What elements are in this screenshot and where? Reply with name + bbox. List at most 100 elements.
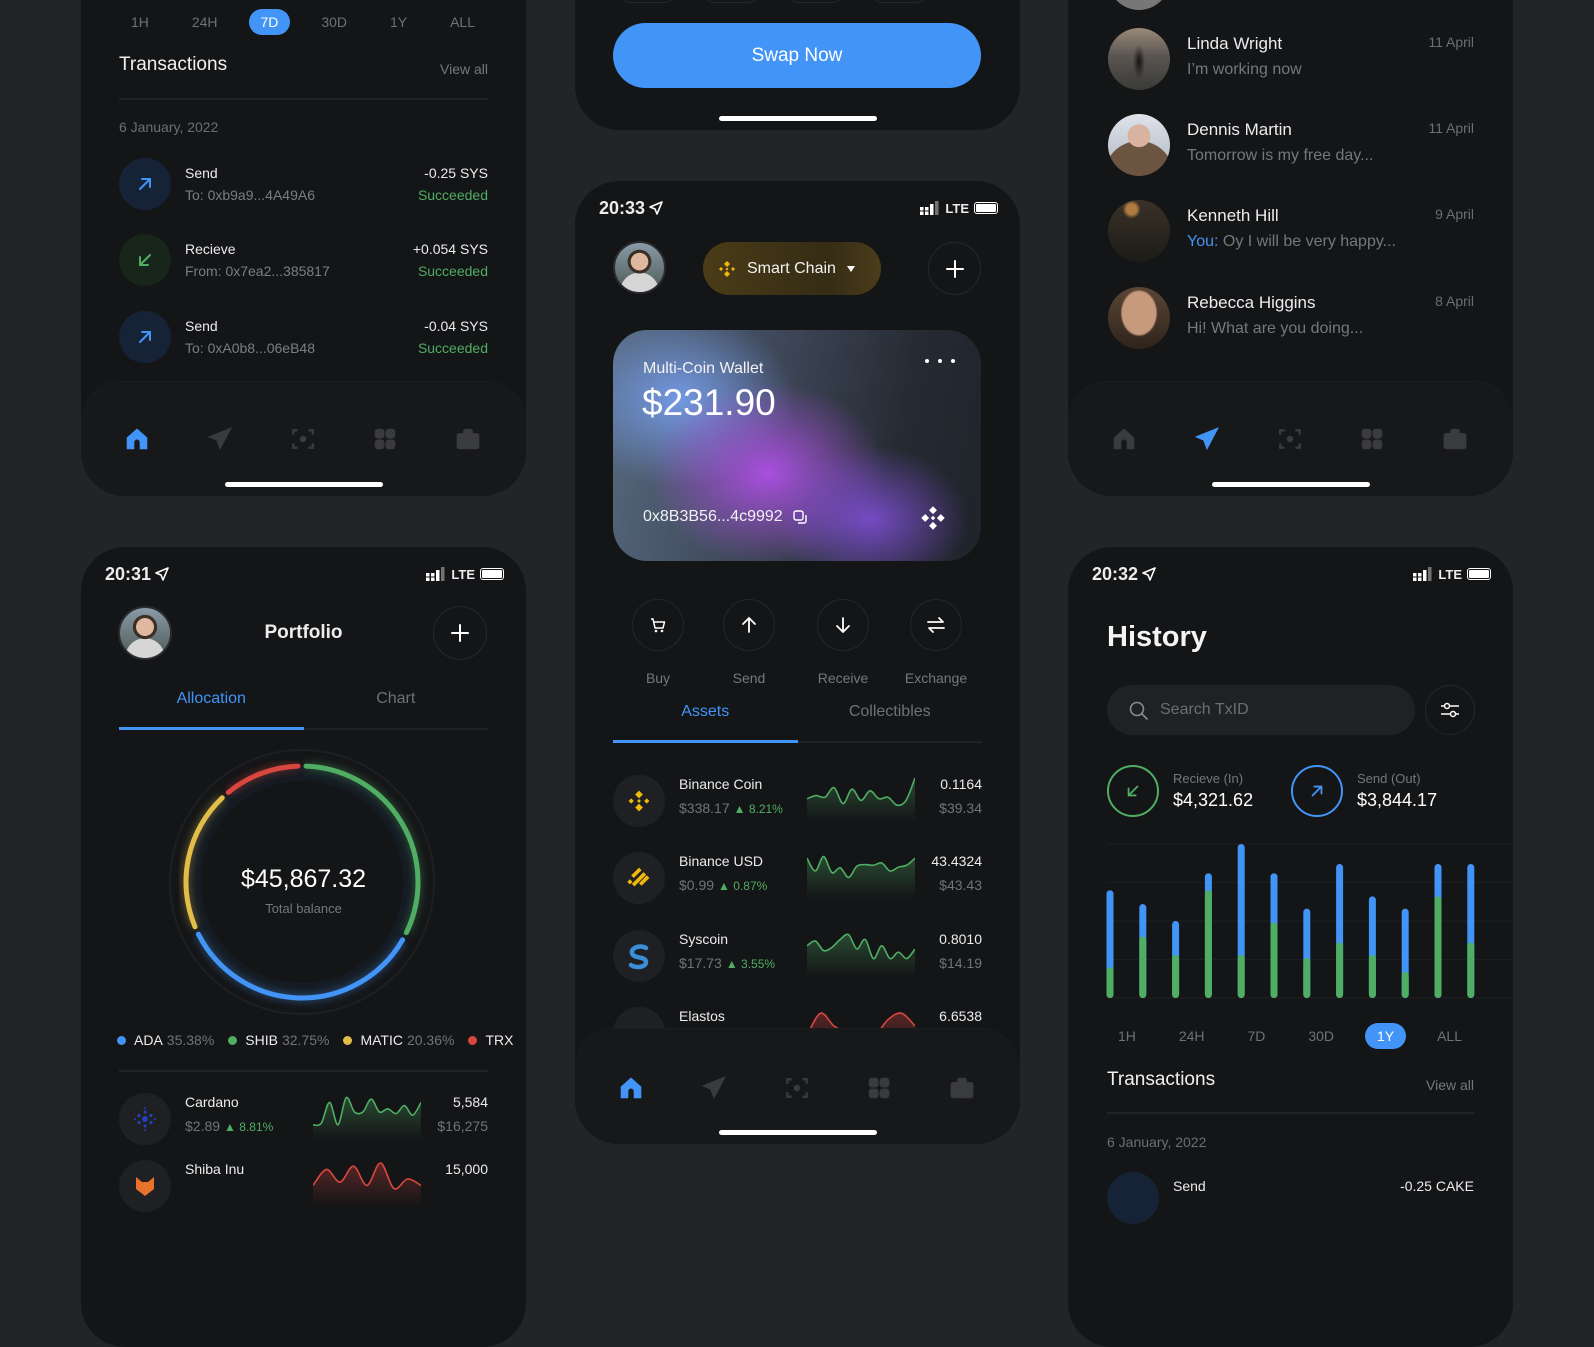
asset-row[interactable]: Binance USD $0.99 ▲ 0.87% 43.4324 $43.43 [613,851,982,905]
period-30d[interactable]: 30D [309,9,359,35]
nav-scan[interactable] [288,424,318,454]
period-24h[interactable]: 24H [1167,1023,1217,1049]
tx-type: Send [1173,1178,1206,1194]
transaction-row[interactable]: Send To: 0xb9a9...4A49A6 -0.25 SYS Succeed… [119,158,488,210]
period-1y[interactable]: 1Y [378,9,419,35]
arrow-down-left-icon [119,234,171,286]
tx-amount: -0.25 CAKE [1400,1178,1474,1194]
option-chip[interactable] [701,0,761,3]
search-input[interactable]: Search TxID [1107,685,1415,735]
asset-price: $0.99 [679,877,715,893]
transaction-row[interactable]: Send To: 0xA0b8...06eB48 -0.04 SYS Succeed… [119,311,488,363]
bar-segment-receive [1270,922,1278,998]
asset-row[interactable]: Cardano $2.89 ▲ 8.81% 5,584 $16,275 [119,1092,488,1146]
chain-selector[interactable]: Smart Chain [703,242,881,295]
filter-button[interactable] [1425,685,1475,735]
exchange-action[interactable]: Exchange [896,599,976,686]
tx-type: Send [185,165,218,181]
asset-row[interactable]: Binance Coin $338.17 ▲ 8.21% 0.1164 $39.3… [613,774,982,828]
option-chip[interactable] [617,0,677,3]
phone-history: 20:32 LTE History Search TxID Recieve (I… [1068,547,1513,1347]
nav-home[interactable] [616,1073,646,1103]
asset-amount: 15,000 [445,1161,488,1177]
nav-send[interactable] [1192,424,1222,454]
tx-status: Succeeded [417,340,488,356]
bar-segment-receive [1237,954,1245,998]
asset-row[interactable]: Syscoin $17.73 ▲ 3.55% 0.8010 $14.19 [613,929,982,983]
period-selector: 1H 24H 7D 30D 1Y ALL [1106,1022,1474,1050]
message-date: 11 April [1428,120,1474,136]
nav-scan[interactable] [782,1073,812,1103]
nav-briefcase[interactable] [453,424,483,454]
paper-plane-icon [207,427,232,451]
asset-row[interactable]: Shiba Inu 15,000 [119,1159,488,1213]
nav-home[interactable] [1109,424,1139,454]
search-placeholder: Search TxID [1160,701,1249,718]
period-7d[interactable]: 7D [248,9,291,35]
allocation-legend: ADA 35.38% SHIB 32.75% MATIC 20.36% TRX [117,1032,517,1048]
avatar [1108,200,1170,262]
period-24h[interactable]: 24H [180,9,230,35]
receive-amount: $4,321.62 [1173,790,1254,810]
more-icon[interactable] [925,356,955,366]
send-amount: $3,844.17 [1357,790,1438,810]
chat-row[interactable]: Linda Wright I’m working now 11 April [1068,28,1513,90]
avatar [1108,28,1170,90]
status-bar: 20:32 LTE [1092,563,1491,585]
tab-collectibles[interactable]: Collectibles [798,703,983,721]
apps-grid-icon [868,1077,890,1099]
chat-row[interactable]: Kenneth Hill You: Oy I will be very happ… [1068,200,1513,262]
binance-coin-icon [613,775,665,827]
transaction-row[interactable]: Send -0.25 CAKE [1107,1172,1474,1224]
view-all-link[interactable]: View all [1426,1077,1474,1093]
nav-grid[interactable] [1357,424,1387,454]
tx-address: To: 0xb9a9...4A49A6 [185,187,315,203]
asset-change: 0.87% [733,879,768,893]
option-chip[interactable] [785,0,845,3]
card-balance: $231.90 [642,382,776,423]
period-all[interactable]: ALL [438,9,487,35]
nav-briefcase[interactable] [1440,424,1470,454]
binance-icon [719,260,735,277]
nav-grid[interactable] [370,424,400,454]
view-all-link[interactable]: View all [440,61,488,77]
copy-icon[interactable] [792,509,808,525]
tab-allocation[interactable]: Allocation [119,690,304,708]
nav-briefcase[interactable] [947,1073,977,1103]
tab-assets[interactable]: Assets [613,703,798,721]
nav-send[interactable] [205,424,235,454]
receive-action[interactable]: Receive [803,599,883,686]
swap-now-button[interactable]: Swap Now [613,23,981,88]
nav-scan[interactable] [1275,424,1305,454]
period-1h[interactable]: 1H [119,9,161,35]
add-button[interactable] [928,242,981,295]
nav-send[interactable] [699,1073,729,1103]
nav-home[interactable] [122,424,152,454]
period-30d[interactable]: 30D [1296,1023,1346,1049]
sparkline [807,933,915,977]
period-1y[interactable]: 1Y [1365,1023,1407,1049]
bar-segment-receive [1467,942,1475,998]
chat-row[interactable]: Rebecca Higgins Hi! What are you doing..… [1068,287,1513,349]
bar-segment-receive [1434,896,1442,998]
tab-chart[interactable]: Chart [304,690,489,708]
period-7d[interactable]: 7D [1236,1023,1278,1049]
send-action[interactable]: Send [709,599,789,686]
buy-action[interactable]: Buy [618,599,698,686]
avatar[interactable] [613,241,666,294]
tx-type: Recieve [185,241,236,257]
total-balance: $45,867.32 [240,865,367,893]
chat-row[interactable]: Dennis Martin Tomorrow is my free day...… [1068,114,1513,176]
wallet-card[interactable]: Multi-Coin Wallet $231.90 0x8B3B56...4c9… [613,330,981,561]
transaction-row[interactable]: Recieve From: 0x7ea2...385817 +0.054 SYS S… [119,234,488,286]
period-all[interactable]: ALL [1425,1023,1474,1049]
option-chip[interactable] [869,0,929,3]
nav-grid[interactable] [864,1073,894,1103]
syscoin-icon [613,930,665,982]
period-1h[interactable]: 1H [1106,1023,1148,1049]
scan-icon [1279,429,1301,449]
paper-plane-icon [701,1076,726,1100]
network-label: LTE [1438,566,1462,582]
asset-value: $16,275 [437,1118,488,1134]
add-button[interactable] [433,606,487,660]
